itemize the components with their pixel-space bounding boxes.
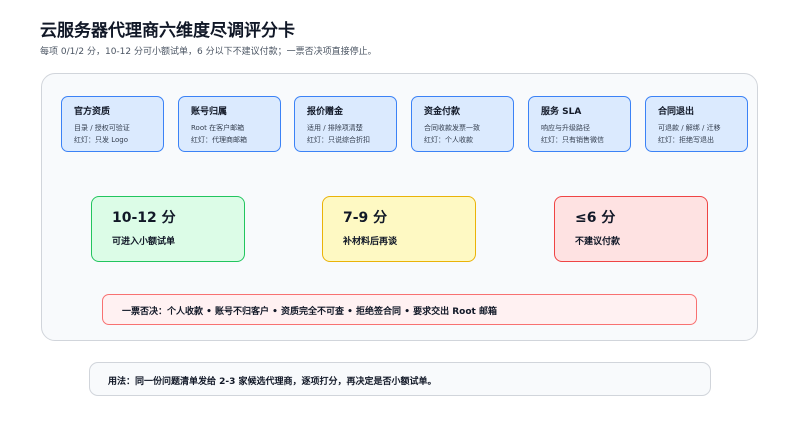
- dimension-criterion: 响应与升级路径: [541, 124, 590, 132]
- verdict-card-pass: 10-12 分 可进入小额试单: [91, 196, 245, 262]
- usage-note: 用法：同一份问题清单发给 2-3 家候选代理商，逐项打分，再决定是否小额试单。: [89, 362, 711, 396]
- verdict-score: ≤6 分: [575, 210, 616, 226]
- verdict-action: 补材料后再谈: [343, 237, 398, 247]
- dimension-title: 服务 SLA: [541, 107, 582, 117]
- dimension-red-flag: 红灯：只说综合折扣: [307, 136, 370, 144]
- dimension-title: 官方资质: [74, 107, 111, 117]
- dimension-criterion: 适用 / 排除项清楚: [307, 124, 363, 132]
- dimension-title: 报价赠金: [307, 107, 344, 117]
- dimension-card-payment: 资金付款 合同收款发票一致 红灯：个人收款: [411, 96, 514, 152]
- dimension-card-account: 账号归属 Root 在客户邮箱 红灯：代理商邮箱: [178, 96, 281, 152]
- dimension-red-flag: 红灯：拒绝写退出: [658, 136, 714, 144]
- page-subtitle: 每项 0/1/2 分，10-12 分可小额试单，6 分以下不建议付款；一票否决项…: [40, 47, 377, 57]
- verdict-action: 不建议付款: [575, 237, 621, 247]
- dimension-card-qualification: 官方资质 目录 / 授权可验证 红灯：只发 Logo: [61, 96, 164, 152]
- dimension-title: 资金付款: [424, 107, 461, 117]
- dimension-title: 账号归属: [191, 107, 228, 117]
- dimension-card-exit: 合同退出 可退款 / 解绑 / 迁移 红灯：拒绝写退出: [645, 96, 748, 152]
- verdict-score: 7-9 分: [343, 210, 388, 226]
- dimension-criterion: Root 在客户邮箱: [191, 124, 245, 132]
- veto-banner: 一票否决：个人收款 • 账号不归客户 • 资质完全不可查 • 拒绝签合同 • 要…: [102, 294, 697, 325]
- dimension-red-flag: 红灯：只发 Logo: [74, 136, 129, 144]
- verdict-score: 10-12 分: [112, 210, 176, 226]
- dimension-criterion: 合同收款发票一致: [424, 124, 480, 132]
- verdict-action: 可进入小额试单: [112, 237, 176, 247]
- dimension-card-sla: 服务 SLA 响应与升级路径 红灯：只有销售微信: [528, 96, 631, 152]
- dimension-red-flag: 红灯：代理商邮箱: [191, 136, 247, 144]
- dimension-criterion: 可退款 / 解绑 / 迁移: [658, 124, 721, 132]
- verdict-card-reject: ≤6 分 不建议付款: [554, 196, 708, 262]
- dimension-card-quote: 报价赠金 适用 / 排除项清楚 红灯：只说综合折扣: [294, 96, 397, 152]
- verdict-card-review: 7-9 分 补材料后再谈: [322, 196, 476, 262]
- dimension-criterion: 目录 / 授权可验证: [74, 124, 130, 132]
- dimension-red-flag: 红灯：只有销售微信: [541, 136, 604, 144]
- dimension-red-flag: 红灯：个人收款: [424, 136, 473, 144]
- page-title: 云服务器代理商六维度尽调评分卡: [40, 21, 295, 41]
- dimension-title: 合同退出: [658, 107, 695, 117]
